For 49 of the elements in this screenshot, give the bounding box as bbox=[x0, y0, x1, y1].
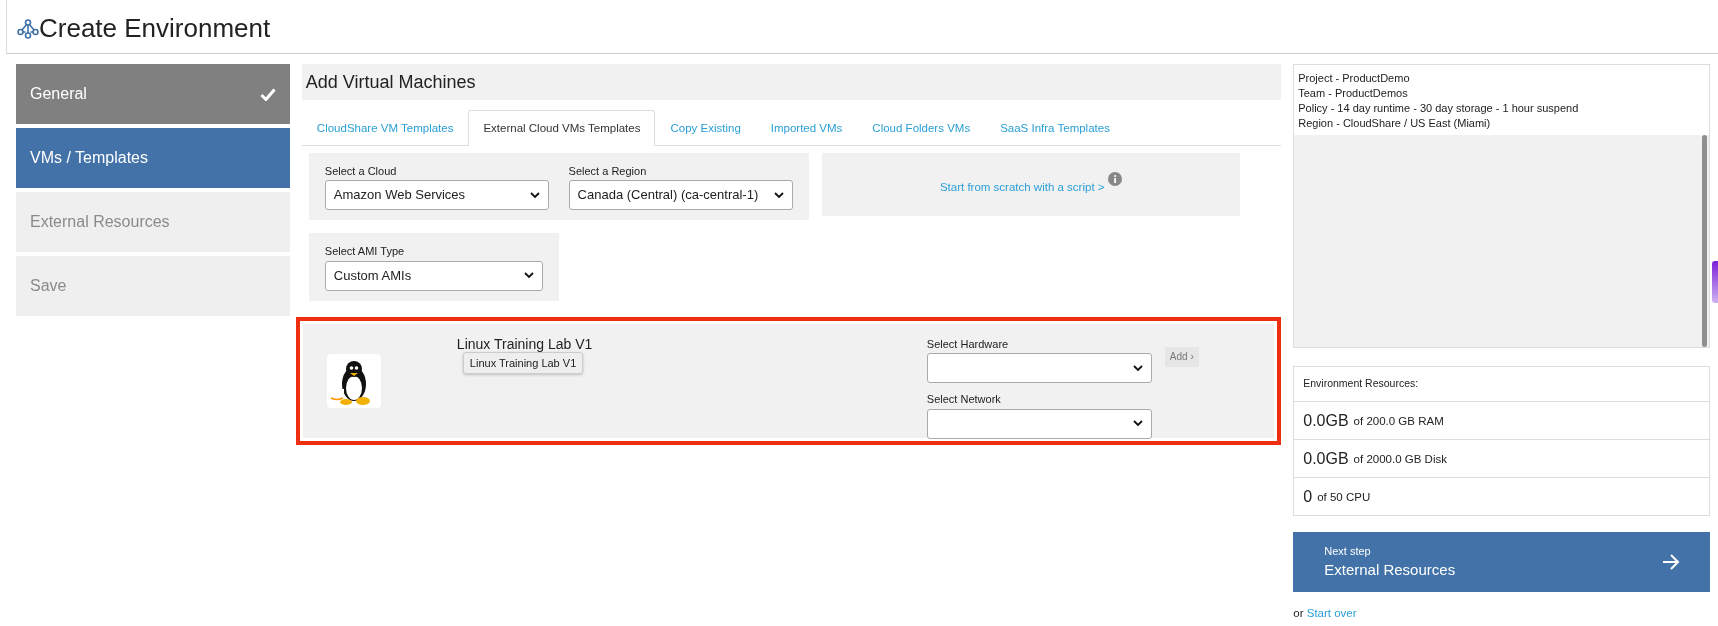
tab[interactable]: Cloud Folders VMs bbox=[857, 110, 986, 146]
tab[interactable]: Copy Existing bbox=[655, 110, 756, 146]
field-label: Select Hardware bbox=[926, 336, 1010, 352]
scrollbar[interactable] bbox=[1702, 135, 1707, 347]
field-label: Select Network bbox=[926, 392, 1002, 407]
start-over-link[interactable]: Start over bbox=[1306, 605, 1357, 623]
resource-limit: of 200.0 GB RAM bbox=[1353, 413, 1444, 429]
resource-limit: of 2000.0 GB Disk bbox=[1353, 451, 1447, 467]
ami-select[interactable]: Custom AMIs bbox=[324, 260, 543, 291]
script-link[interactable]: Start from scratch with a script > bbox=[939, 179, 1105, 197]
network-icon bbox=[17, 18, 39, 39]
linux-penguin-logo bbox=[326, 353, 381, 408]
hardware-select[interactable] bbox=[926, 353, 1152, 383]
cloud-select[interactable]: Amazon Web Services bbox=[324, 180, 550, 210]
caret-icon bbox=[1132, 420, 1143, 427]
tooltip: Linux Training Lab V1 bbox=[462, 351, 584, 374]
next-step-button[interactable]: Next step External Resources bbox=[1293, 532, 1710, 592]
tab[interactable]: Imported VMs bbox=[755, 110, 858, 146]
resources-title: Environment Resources: bbox=[1303, 376, 1419, 392]
caret-icon bbox=[530, 191, 541, 199]
or-text: or bbox=[1293, 606, 1304, 621]
arrow-right-icon bbox=[1662, 554, 1680, 570]
info-line: Team - ProductDemos bbox=[1298, 86, 1409, 101]
tab[interactable]: CloudShare VM Templates bbox=[301, 110, 469, 146]
region-select[interactable]: Canada (Central) (ca-central-1) bbox=[568, 180, 793, 210]
caret-icon bbox=[523, 272, 534, 279]
step-tab[interactable]: VMs / Templates bbox=[16, 128, 290, 188]
step-tab[interactable]: General bbox=[16, 64, 290, 124]
section-title: Add Virtual Machines bbox=[305, 70, 476, 94]
caret-icon bbox=[773, 191, 784, 199]
info-line: Policy - 14 day runtime - 30 day storage - 1 hour suspend bbox=[1298, 101, 1580, 116]
resource-limit: of 50 CPU bbox=[1317, 489, 1371, 505]
resource-amount: 0 bbox=[1303, 486, 1313, 507]
vm-name: Linux Training Lab V1 bbox=[456, 334, 594, 354]
field-label: Select a Region bbox=[568, 163, 648, 179]
tab[interactable]: External Cloud VMs Templates bbox=[468, 110, 656, 146]
info-icon bbox=[1107, 172, 1122, 186]
tab[interactable]: SaaS Infra Templates bbox=[985, 110, 1125, 146]
caret-icon bbox=[1132, 364, 1143, 372]
checkmark-icon bbox=[259, 87, 276, 101]
page-title: Create Environment bbox=[39, 12, 271, 45]
network-select[interactable] bbox=[926, 408, 1152, 439]
resource-amount: 0.0GB bbox=[1303, 448, 1349, 469]
field-label: Select AMI Type bbox=[324, 244, 406, 259]
info-line: Region - CloudShare / US East (Miami) bbox=[1298, 116, 1492, 131]
info-line: Project - ProductDemo bbox=[1298, 71, 1411, 86]
scrollbar-thumb[interactable] bbox=[1712, 261, 1718, 303]
field-label: Select a Cloud bbox=[324, 163, 398, 179]
resource-amount: 0.0GB bbox=[1303, 410, 1349, 431]
